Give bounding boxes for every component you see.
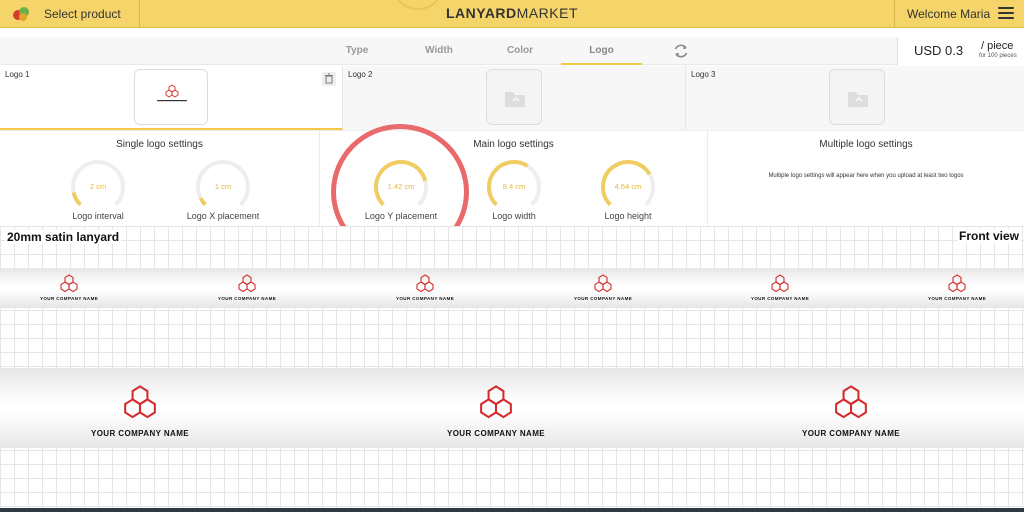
price-unit: / piece bbox=[981, 40, 1014, 52]
logo-slot-2[interactable]: Logo 2 bbox=[343, 66, 686, 130]
logo-interval-gauge[interactable]: 2 cm bbox=[68, 157, 128, 237]
top-bar: Select product LANYARDMARKET Welcome Mar… bbox=[0, 0, 1024, 28]
hexagon-logo-icon bbox=[594, 274, 612, 293]
hexagon-logo-icon bbox=[416, 274, 434, 293]
upload-logo-placeholder[interactable] bbox=[829, 69, 885, 125]
multiple-logo-message: Multiple logo settings will appear here … bbox=[768, 173, 964, 179]
company-name-text: YOUR COMPANY NAME bbox=[40, 296, 99, 301]
lanyard-strip-small bbox=[0, 268, 1024, 308]
tabs-bar: Type Width Color Logo bbox=[0, 37, 1024, 65]
gauge-fill bbox=[198, 197, 207, 207]
settings-panel: Single logo settings 2 cm Logo interval … bbox=[0, 130, 1024, 226]
tab-color[interactable]: Color bbox=[479, 37, 561, 65]
logo-height-gauge[interactable]: 4.64 cm bbox=[598, 157, 658, 237]
hexagon-logo-icon bbox=[238, 274, 256, 293]
section-title: Single logo settings bbox=[116, 139, 203, 150]
gauge-value: 4.64 cm bbox=[614, 182, 642, 191]
refresh-icon[interactable] bbox=[672, 42, 690, 60]
lanyard-logo: YOUR COMPANY NAME bbox=[40, 274, 98, 301]
bottom-bar bbox=[0, 508, 1024, 512]
logo-x-placement-gauge[interactable]: 1 cm bbox=[193, 157, 253, 237]
gauge-value: 2 cm bbox=[89, 182, 107, 191]
logo-slots: Logo 1 Logo 2 Logo 3 bbox=[0, 66, 1024, 130]
gauge-value: 1 cm bbox=[214, 182, 232, 191]
welcome-text: Welcome Maria bbox=[907, 7, 991, 21]
company-name-text: YOUR COMPANY NAME bbox=[218, 296, 277, 301]
hexagon-logo-icon bbox=[124, 385, 156, 419]
price-note: for 100 pieces bbox=[979, 53, 1017, 59]
section-title: Multiple logo settings bbox=[819, 139, 913, 150]
delete-logo-icon[interactable] bbox=[322, 72, 336, 86]
price-amount: USD 0.3 bbox=[914, 43, 964, 58]
lanyard-logo: YOUR COMPANY NAME bbox=[218, 274, 276, 301]
logo-slot-1[interactable]: Logo 1 bbox=[0, 66, 343, 130]
lanyard-name: 20mm satin lanyard bbox=[5, 230, 122, 244]
company-name-text: YOUR COMPANY NAME bbox=[446, 429, 546, 438]
company-name-text: YOUR COMPANY NAME bbox=[396, 296, 455, 301]
lanyard-logo-large: YOUR COMPANY NAME bbox=[80, 382, 200, 438]
company-name-text: YOUR COMPANY NAME bbox=[574, 296, 633, 301]
brand-light: MARKET bbox=[516, 5, 578, 21]
hexagon-logo-icon bbox=[480, 385, 512, 419]
price-box: USD 0.3 / piece for 100 pieces bbox=[897, 37, 1024, 65]
gauge-label: Logo height bbox=[604, 211, 652, 221]
lanyard-logo-large: YOUR COMPANY NAME bbox=[436, 382, 556, 438]
lanyard-logo: YOUR COMPANY NAME bbox=[928, 274, 986, 301]
gauge-value: 8.4 cm bbox=[502, 182, 526, 191]
company-name-text: YOUR COMPANY NAME bbox=[801, 429, 901, 438]
logo-slot-name: Logo 3 bbox=[691, 70, 716, 79]
company-name-text: YOUR COMPANY NAME bbox=[928, 296, 987, 301]
gauge-label: Logo X placement bbox=[186, 211, 260, 221]
gauge-label: Logo interval bbox=[72, 211, 124, 221]
tab-logo[interactable]: Logo bbox=[561, 37, 642, 65]
logo-slot-name: Logo 1 bbox=[5, 70, 30, 79]
lanyard-logo: YOUR COMPANY NAME bbox=[574, 274, 632, 301]
lanyard-logo: YOUR COMPANY NAME bbox=[751, 274, 809, 301]
company-name-text: YOUR COMPANY NAME bbox=[751, 296, 810, 301]
lanyard-logo-large: YOUR COMPANY NAME bbox=[791, 382, 911, 438]
lanyard-logo: YOUR COMPANY NAME bbox=[396, 274, 454, 301]
brand-logo[interactable]: LANYARDMARKET bbox=[0, 5, 1024, 21]
hexagon-logo-icon bbox=[60, 274, 78, 293]
logo-slot-3[interactable]: Logo 3 bbox=[686, 66, 1024, 130]
tab-type[interactable]: Type bbox=[315, 37, 399, 65]
hexagon-logo-icon bbox=[771, 274, 789, 293]
multiple-logo-settings: Multiple logo settings Multiple logo set… bbox=[708, 131, 1024, 226]
upload-logo-placeholder[interactable] bbox=[486, 69, 542, 125]
hexagon-logo-icon bbox=[835, 385, 867, 419]
folder-icon bbox=[505, 92, 525, 107]
brand-bold: LANYARD bbox=[446, 5, 517, 21]
gauge-fill bbox=[71, 191, 82, 207]
gauge-label: Logo width bbox=[492, 211, 536, 221]
logo-width-gauge[interactable]: 8.4 cm bbox=[484, 157, 544, 237]
logo-thumbnail[interactable] bbox=[134, 69, 208, 125]
company-name-text: YOUR COMPANY NAME bbox=[90, 429, 190, 438]
tab-width[interactable]: Width bbox=[398, 37, 480, 65]
single-logo-settings: Single logo settings 2 cm Logo interval … bbox=[0, 131, 320, 226]
menu-icon[interactable] bbox=[998, 7, 1014, 19]
logo-slot-name: Logo 2 bbox=[348, 70, 373, 79]
company-logo-image bbox=[157, 84, 187, 102]
folder-icon bbox=[848, 92, 868, 107]
hexagon-logo-icon bbox=[948, 274, 966, 293]
view-label: Front view bbox=[956, 229, 1021, 243]
